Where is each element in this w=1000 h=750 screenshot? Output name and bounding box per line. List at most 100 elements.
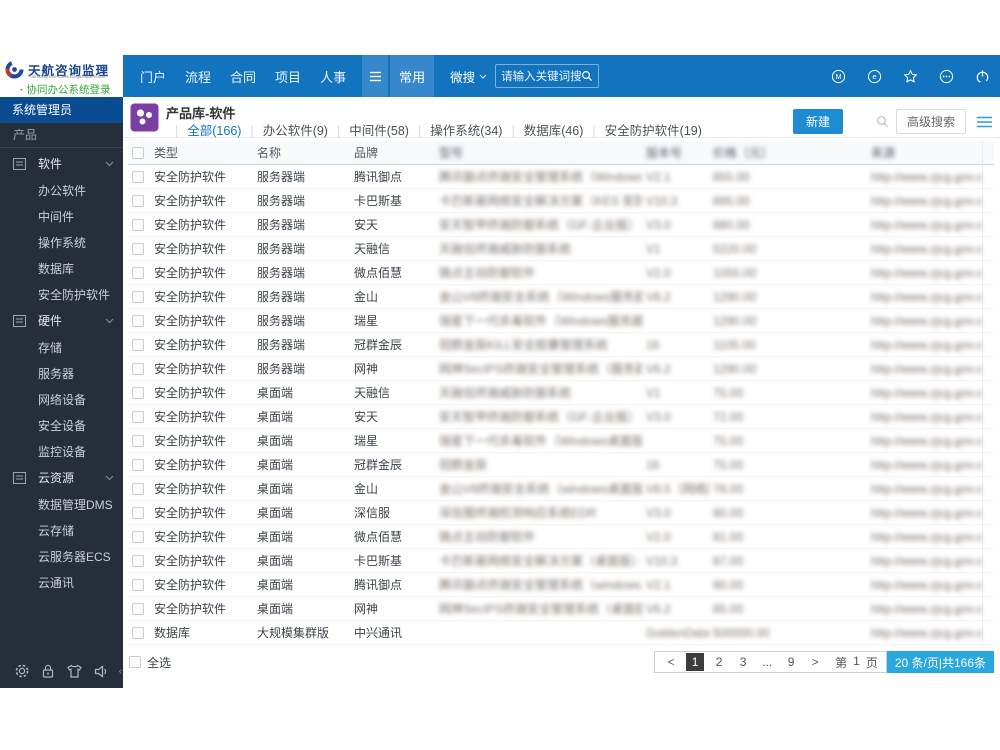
category-tab[interactable]: 中间件(58): [328, 120, 409, 141]
table-search-icon[interactable]: [876, 115, 889, 128]
sidebar-item[interactable]: 办公软件: [0, 177, 123, 203]
page-button[interactable]: ...: [758, 653, 776, 671]
table-row[interactable]: 安全防护软件 桌面端 金山 金山V8终端安全系统（windows桌面版） V8.…: [128, 476, 994, 501]
col-type[interactable]: 类型: [150, 141, 253, 165]
advanced-search-button[interactable]: 高级搜索: [895, 109, 966, 134]
modules-menu-icon[interactable]: [362, 55, 389, 97]
table-row[interactable]: 安全防护软件 服务器端 天融信 天融信终端威胁防御系统 V1 5220.00 h…: [128, 236, 994, 261]
table-row[interactable]: 安全防护软件 服务器端 安天 安天智甲终端防御系统（GF-企业版） V3.0 8…: [128, 212, 994, 237]
row-checkbox[interactable]: [132, 291, 144, 304]
sidebar-item[interactable]: 软件: [0, 150, 123, 177]
header-checkbox[interactable]: [132, 147, 144, 160]
row-checkbox[interactable]: [132, 315, 144, 328]
table-row[interactable]: 安全防护软件 服务器端 卡巴斯基 卡巴斯基网络安全解决方案（KES 安防... …: [128, 188, 994, 213]
table-row[interactable]: 安全防护软件 服务器端 金山 金山V8终端安全系统（Windows服务器版） V…: [128, 284, 994, 309]
nav-item[interactable]: 项目: [275, 67, 301, 86]
table-row[interactable]: 安全防护软件 桌面端 瑞星 瑞星下一代杀毒软件（Windows桌面版） 75.0…: [128, 428, 994, 453]
category-tab[interactable]: 办公软件(9): [241, 120, 328, 141]
sidebar-item[interactable]: 云通讯: [0, 569, 123, 595]
table-row[interactable]: 安全防护软件 桌面端 深信服 深信服终端检测响应系统EDR V3.0 80.00…: [128, 500, 994, 525]
row-checkbox[interactable]: [132, 603, 144, 616]
col-brand[interactable]: 品牌: [350, 141, 435, 165]
table-row[interactable]: 安全防护软件 服务器端 网神 网神SecIPS终端安全管理系统（服务器版） V6…: [128, 356, 994, 381]
sidebar-item[interactable]: 存储: [0, 334, 123, 360]
table-row[interactable]: 安全防护软件 服务器端 冠群金辰 冠群金辰KILL安全胶囊管理系统 16 110…: [128, 332, 994, 357]
page-button[interactable]: 9: [782, 653, 800, 671]
nav-item[interactable]: 人事: [320, 67, 346, 86]
lock-icon[interactable]: [41, 663, 55, 679]
nav-item[interactable]: 门户: [140, 67, 166, 86]
row-checkbox[interactable]: [132, 339, 144, 352]
category-tab[interactable]: 操作系统(34): [409, 120, 502, 141]
sidebar-item[interactable]: 网络设备: [0, 386, 123, 412]
settings-gear-icon[interactable]: [14, 663, 30, 679]
more-icon[interactable]: [939, 69, 954, 84]
message-icon[interactable]: M: [831, 69, 846, 84]
sidebar-item[interactable]: 硬件: [0, 307, 123, 334]
row-checkbox[interactable]: [132, 243, 144, 256]
table-row[interactable]: 安全防护软件 桌面端 冠群金辰 冠群金辰 16 75.00 http://www…: [128, 452, 994, 477]
row-checkbox[interactable]: [132, 267, 144, 280]
table-row[interactable]: 安全防护软件 桌面端 网神 网神SecIPS终端安全管理系统（桌面版） V6.2…: [128, 596, 994, 621]
page-button[interactable]: 1: [686, 653, 705, 671]
column-settings-icon[interactable]: [977, 116, 992, 128]
table-row[interactable]: 数据库 大规模集群版 中兴通讯 GoldenData s... 500000.0…: [128, 620, 994, 645]
col-version[interactable]: 版本号: [642, 141, 709, 165]
table-row[interactable]: 安全防护软件 服务器端 瑞星 瑞星下一代杀毒软件（Windows服务器版） 12…: [128, 308, 994, 333]
row-checkbox[interactable]: [132, 195, 144, 208]
row-checkbox[interactable]: [132, 579, 144, 592]
feedback-icon[interactable]: e: [867, 69, 882, 84]
page-size-badge[interactable]: 20 条/页|共166条: [886, 651, 994, 673]
row-checkbox[interactable]: [132, 363, 144, 376]
page-button[interactable]: 3: [734, 653, 752, 671]
sidebar-item[interactable]: 安全设备: [0, 412, 123, 438]
favorite-star-icon[interactable]: [903, 69, 918, 84]
col-source[interactable]: 来源: [867, 141, 982, 165]
page-jump[interactable]: 第1页: [835, 654, 878, 671]
col-model[interactable]: 型号: [435, 141, 642, 165]
sidebar-collapse-icon[interactable]: ‹: [119, 666, 122, 677]
power-icon[interactable]: [975, 69, 990, 84]
sidebar-item[interactable]: 监控设备: [0, 438, 123, 464]
row-checkbox[interactable]: [132, 387, 144, 400]
sidebar-item[interactable]: 安全防护软件: [0, 281, 123, 307]
nav-item[interactable]: 流程: [185, 67, 211, 86]
select-all-checkbox[interactable]: [129, 656, 141, 668]
page-button[interactable]: >: [806, 653, 824, 671]
table-row[interactable]: 安全防护软件 桌面端 安天 安天智甲终端防御系统（GF-企业版） V3.0 72…: [128, 404, 994, 429]
row-checkbox[interactable]: [132, 483, 144, 496]
table-row[interactable]: 安全防护软件 服务器端 腾讯御点 腾讯御点终端安全管理系统（Windows版） …: [128, 164, 994, 189]
row-checkbox[interactable]: [132, 171, 144, 184]
row-checkbox[interactable]: [132, 411, 144, 424]
table-row[interactable]: 安全防护软件 桌面端 卡巴斯基 卡巴斯基网络安全解决方案（桌面版）· KES..…: [128, 548, 994, 573]
page-button[interactable]: <: [662, 653, 680, 671]
row-checkbox[interactable]: [132, 459, 144, 472]
nav-item[interactable]: 合同: [230, 67, 256, 86]
sidebar-item[interactable]: 数据库: [0, 255, 123, 281]
sidebar-item[interactable]: 云服务器ECS: [0, 543, 123, 569]
table-row[interactable]: 安全防护软件 桌面端 腾讯御点 腾讯御点终端安全管理系统（windows版）/ …: [128, 572, 994, 597]
select-all-control[interactable]: 全选: [129, 654, 171, 671]
theme-shirt-icon[interactable]: [66, 664, 83, 679]
category-tab[interactable]: 全部(166): [166, 120, 241, 141]
search-input[interactable]: 请输入关键词搜: [495, 64, 600, 88]
table-row[interactable]: 安全防护软件 桌面端 天融信 天融信终端威胁防御系统 V1 75.00 http…: [128, 380, 994, 405]
category-tab[interactable]: 数据库(46): [502, 120, 584, 141]
sidebar-item[interactable]: 操作系统: [0, 229, 123, 255]
new-button[interactable]: 新建: [792, 109, 843, 134]
sound-speaker-icon[interactable]: [94, 664, 110, 679]
search-scope-dropdown[interactable]: 微搜: [450, 67, 487, 86]
login-link[interactable]: · 协同办公系统登录: [20, 82, 111, 97]
table-row[interactable]: 安全防护软件 桌面端 微点佰慧 微点主动防御软件 V2.0 81.00 http…: [128, 524, 994, 549]
table-row[interactable]: 安全防护软件 服务器端 微点佰慧 微点主动防御软件 V2.0 1055.00 h…: [128, 260, 994, 285]
page-button[interactable]: 2: [710, 653, 728, 671]
row-checkbox[interactable]: [132, 219, 144, 232]
row-checkbox[interactable]: [132, 627, 144, 640]
tab-favorites[interactable]: 常用: [390, 55, 435, 97]
row-checkbox[interactable]: [132, 435, 144, 448]
col-name[interactable]: 名称: [253, 141, 350, 165]
row-checkbox[interactable]: [132, 555, 144, 568]
sidebar-item[interactable]: 云资源: [0, 464, 123, 491]
col-price[interactable]: 价格（元）: [709, 141, 867, 165]
category-tab[interactable]: 安全防护软件(19): [583, 120, 702, 141]
